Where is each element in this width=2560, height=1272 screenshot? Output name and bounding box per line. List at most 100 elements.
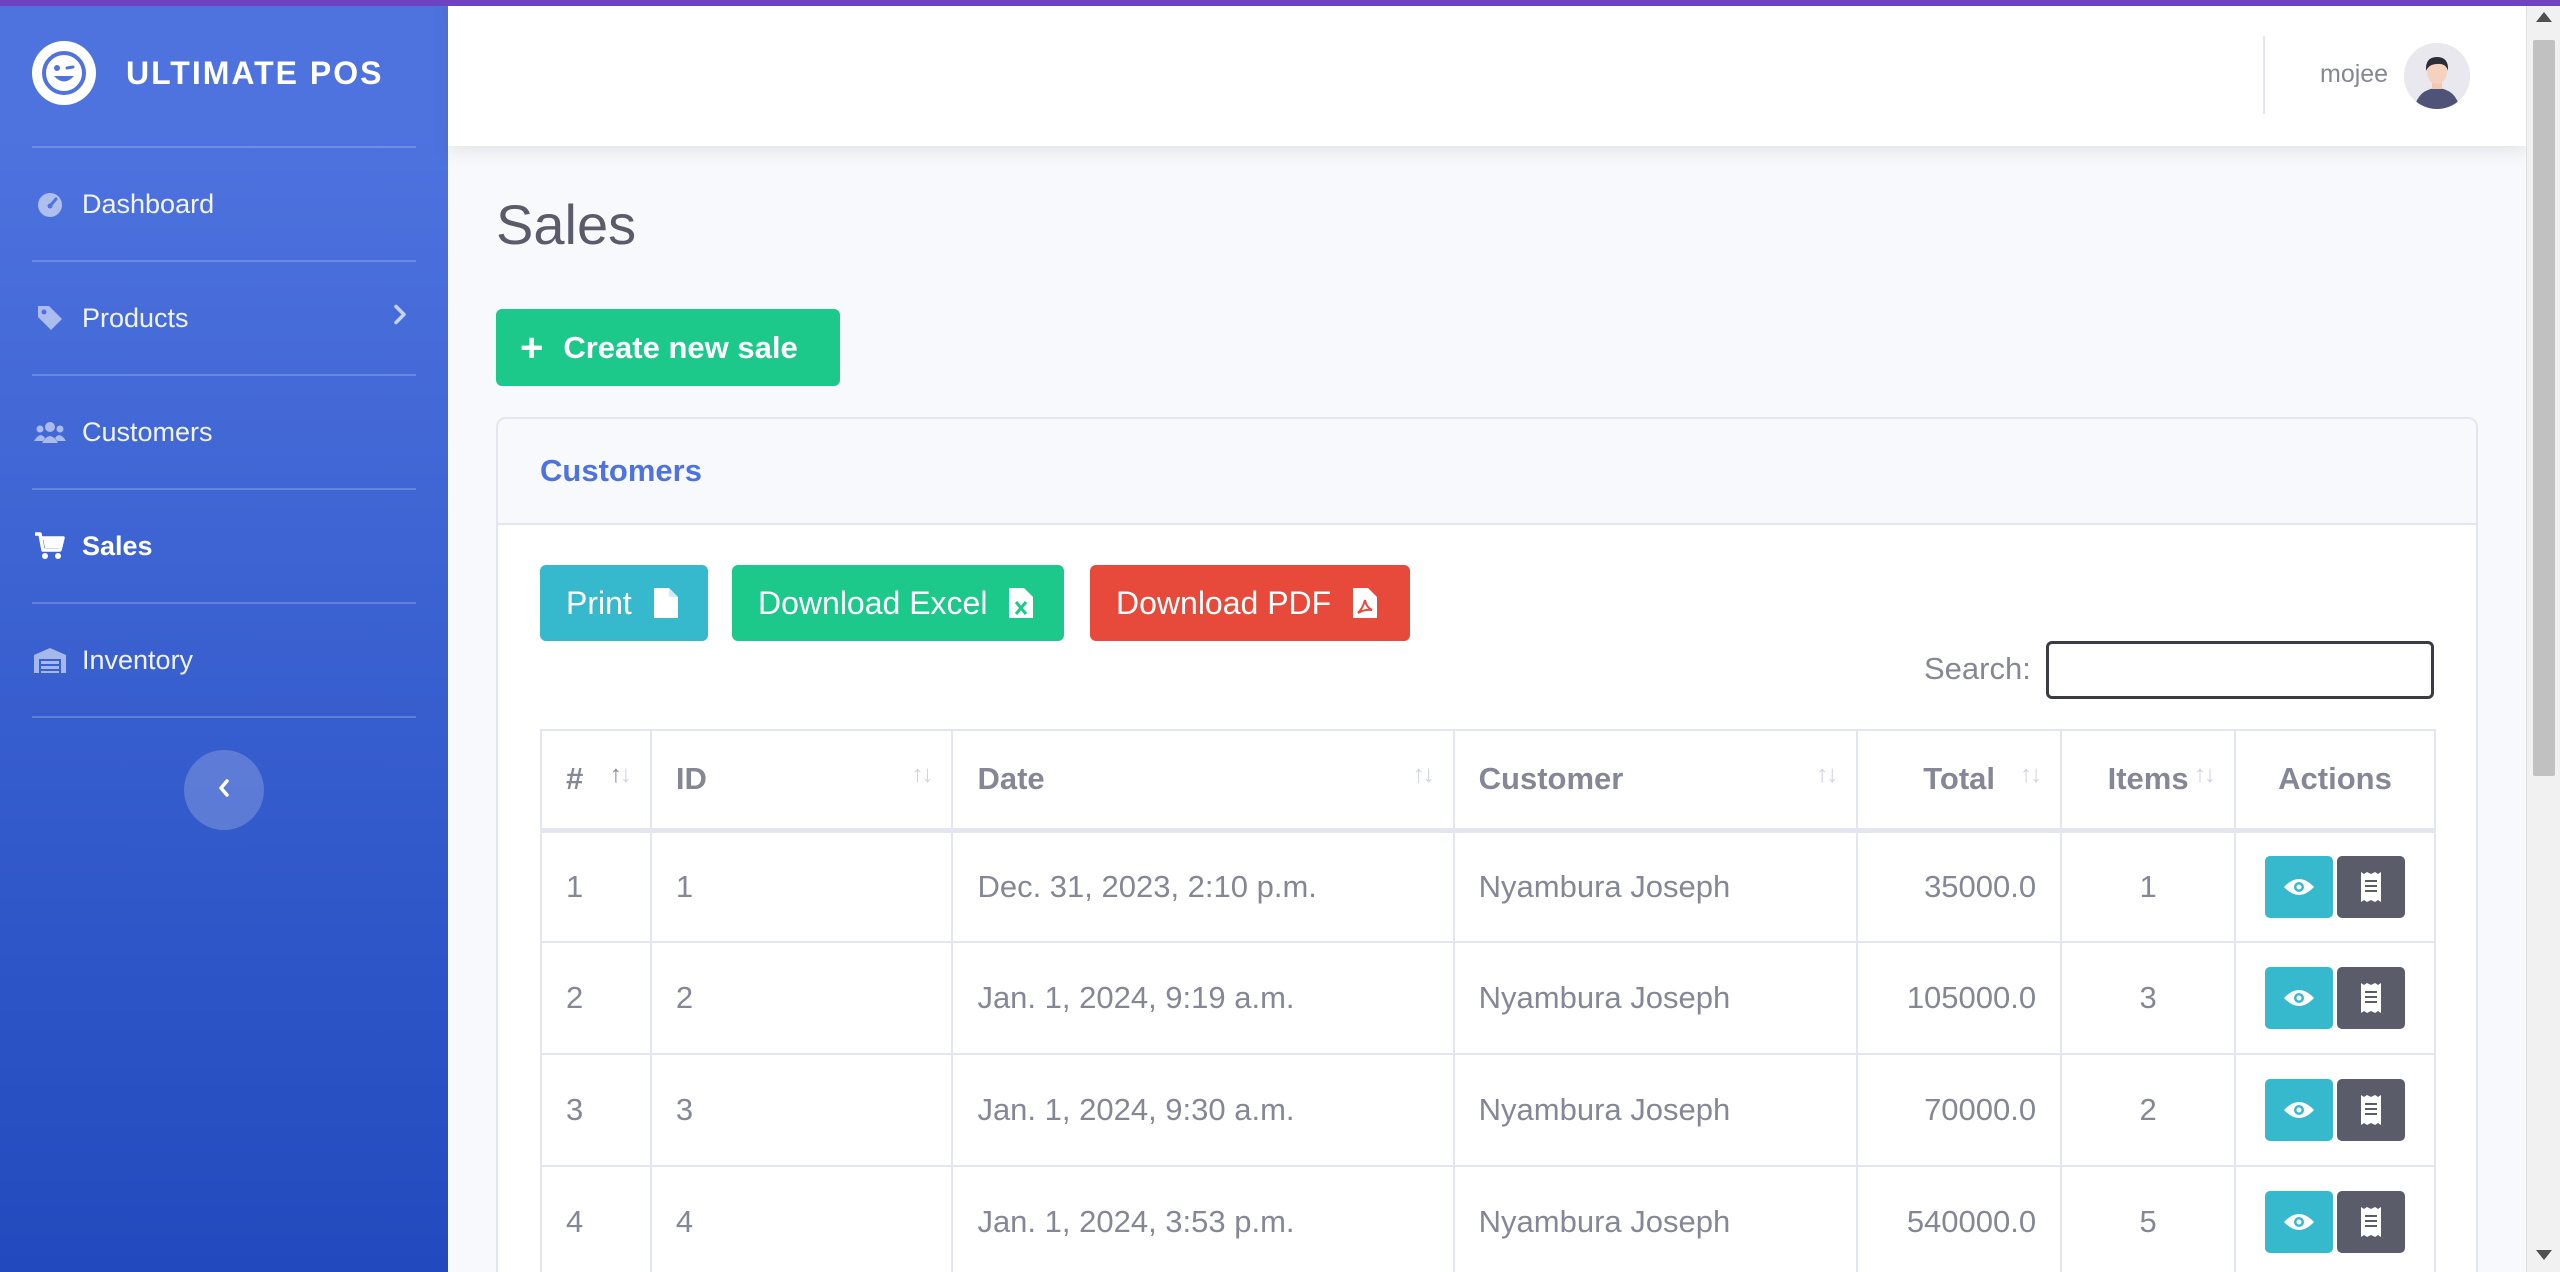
table-row: 4 4 Jan. 1, 2024, 3:53 p.m. Nyambura Jos… [540, 1165, 2436, 1272]
download-pdf-button[interactable]: Download PDF [1090, 565, 1410, 641]
sidebar-item-sales[interactable]: Sales [0, 490, 448, 602]
sidebar-collapse-button[interactable] [184, 750, 264, 830]
view-sale-button[interactable] [2265, 855, 2334, 918]
sort-icon: ↑↓ [1816, 761, 1838, 788]
sidebar-item-label: Sales [82, 530, 153, 561]
card-header: Customers [498, 419, 2476, 525]
eye-icon [2284, 990, 2315, 1006]
cell-id: 1 [649, 829, 954, 943]
receipt-icon [2361, 983, 2382, 1013]
cell-total: 70000.0 [1856, 1053, 2063, 1167]
view-sale-button[interactable] [2265, 1079, 2334, 1141]
cell-actions [2234, 1053, 2436, 1167]
cell-number: 4 [540, 1165, 652, 1272]
view-sale-button[interactable] [2265, 1191, 2334, 1253]
chevron-left-icon [216, 777, 232, 804]
cell-total: 105000.0 [1856, 941, 2063, 1055]
cell-customer: Nyambura Joseph [1452, 1165, 1859, 1272]
sort-icon: ↑↓ [2020, 761, 2042, 788]
create-new-sale-button[interactable]: + Create new sale [496, 309, 840, 386]
column-header-customer[interactable]: Customer ↑↓ [1452, 729, 1859, 833]
table-header-row: # ↑↓ ID ↑↓ Date ↑↓ Customer ↑↓ Total ↑↓ … [540, 729, 2436, 833]
file-pdf-icon [1353, 588, 1378, 618]
cell-customer: Nyambura Joseph [1452, 1053, 1859, 1167]
sidebar-item-inventory[interactable]: Inventory [0, 604, 448, 716]
cell-number: 2 [540, 941, 652, 1055]
wink-face-icon [32, 41, 96, 105]
chevron-right-icon [392, 303, 408, 334]
cell-id: 2 [649, 941, 954, 1055]
sales-card: Customers Print Download Excel Download … [496, 417, 2478, 1272]
table-row: 2 2 Jan. 1, 2024, 9:19 a.m. Nyambura Jos… [540, 941, 2436, 1055]
sidebar-divider [32, 716, 416, 718]
top-accent-bar [0, 0, 2560, 6]
table-row: 3 3 Jan. 1, 2024, 9:30 a.m. Nyambura Jos… [540, 1053, 2436, 1167]
print-button[interactable]: Print [540, 565, 708, 641]
column-header-items[interactable]: Items ↑↓ [2060, 729, 2237, 833]
receipt-button[interactable] [2337, 855, 2406, 918]
receipt-icon [2361, 871, 2382, 902]
sort-icon: ↑↓ [609, 761, 632, 788]
scroll-thumb[interactable] [2533, 40, 2555, 776]
receipt-button[interactable] [2337, 1191, 2406, 1253]
receipt-button[interactable] [2337, 967, 2406, 1029]
scroll-up-icon[interactable] [2536, 12, 2552, 22]
page-scrollbar[interactable] [2526, 0, 2560, 1272]
print-button-label: Print [566, 584, 632, 621]
cell-actions [2234, 1165, 2436, 1272]
sidebar-item-label: Products [82, 302, 189, 333]
sidebar: ULTIMATE POS Dashboard Products Customer… [0, 0, 448, 1272]
sales-table: # ↑↓ ID ↑↓ Date ↑↓ Customer ↑↓ Total ↑↓ … [540, 729, 2436, 1272]
card-title: Customers [540, 453, 702, 488]
warehouse-icon [32, 642, 68, 678]
cell-items: 2 [2060, 1053, 2237, 1167]
cell-date: Jan. 1, 2024, 9:30 a.m. [951, 1053, 1455, 1167]
sort-icon: ↑↓ [1412, 761, 1435, 788]
sort-icon: ↑↓ [911, 761, 933, 788]
cell-actions [2234, 941, 2436, 1055]
receipt-icon [2361, 1095, 2382, 1125]
column-header-date[interactable]: Date ↑↓ [951, 729, 1455, 833]
page-title: Sales [496, 193, 637, 256]
cell-id: 4 [649, 1165, 954, 1272]
file-icon [653, 588, 678, 618]
pdf-button-label: Download PDF [1116, 584, 1332, 621]
column-header-actions: Actions [2234, 729, 2436, 833]
sidebar-item-label: Dashboard [82, 188, 215, 219]
scroll-down-icon[interactable] [2536, 1250, 2552, 1260]
plus-icon: + [520, 325, 544, 370]
cell-customer: Nyambura Joseph [1452, 829, 1859, 943]
sidebar-item-dashboard[interactable]: Dashboard [0, 148, 448, 260]
column-header-id[interactable]: ID ↑↓ [649, 729, 954, 833]
sort-icon: ↑↓ [2194, 761, 2216, 788]
file-excel-icon [1009, 588, 1034, 618]
brand-name: ULTIMATE POS [126, 54, 384, 91]
sidebar-item-customers[interactable]: Customers [0, 376, 448, 488]
eye-icon [2284, 1102, 2315, 1118]
cell-date: Jan. 1, 2024, 9:19 a.m. [951, 941, 1455, 1055]
excel-button-label: Download Excel [758, 584, 988, 621]
cell-total: 35000.0 [1856, 829, 2063, 943]
cart-icon [32, 528, 68, 564]
avatar[interactable] [2404, 43, 2470, 109]
view-sale-button[interactable] [2265, 967, 2334, 1029]
cell-items: 3 [2060, 941, 2237, 1055]
search-input[interactable] [2046, 641, 2434, 699]
cell-id: 3 [649, 1053, 954, 1167]
sidebar-item-label: Customers [82, 416, 213, 447]
topbar: mojee [448, 0, 2526, 146]
sidebar-item-label: Inventory [82, 644, 194, 675]
cell-date: Jan. 1, 2024, 3:53 p.m. [951, 1165, 1455, 1272]
cell-total: 540000.0 [1856, 1165, 2063, 1272]
receipt-button[interactable] [2337, 1079, 2406, 1141]
cell-customer: Nyambura Joseph [1452, 941, 1859, 1055]
search-label: Search: [1924, 651, 2031, 686]
column-header-number[interactable]: # ↑↓ [540, 729, 652, 833]
user-name[interactable]: mojee [2320, 60, 2388, 89]
sidebar-item-products[interactable]: Products [0, 262, 448, 374]
brand[interactable]: ULTIMATE POS [0, 0, 448, 146]
column-header-total[interactable]: Total ↑↓ [1856, 729, 2063, 833]
cell-number: 3 [540, 1053, 652, 1167]
download-excel-button[interactable]: Download Excel [732, 565, 1064, 641]
receipt-icon [2361, 1207, 2382, 1237]
